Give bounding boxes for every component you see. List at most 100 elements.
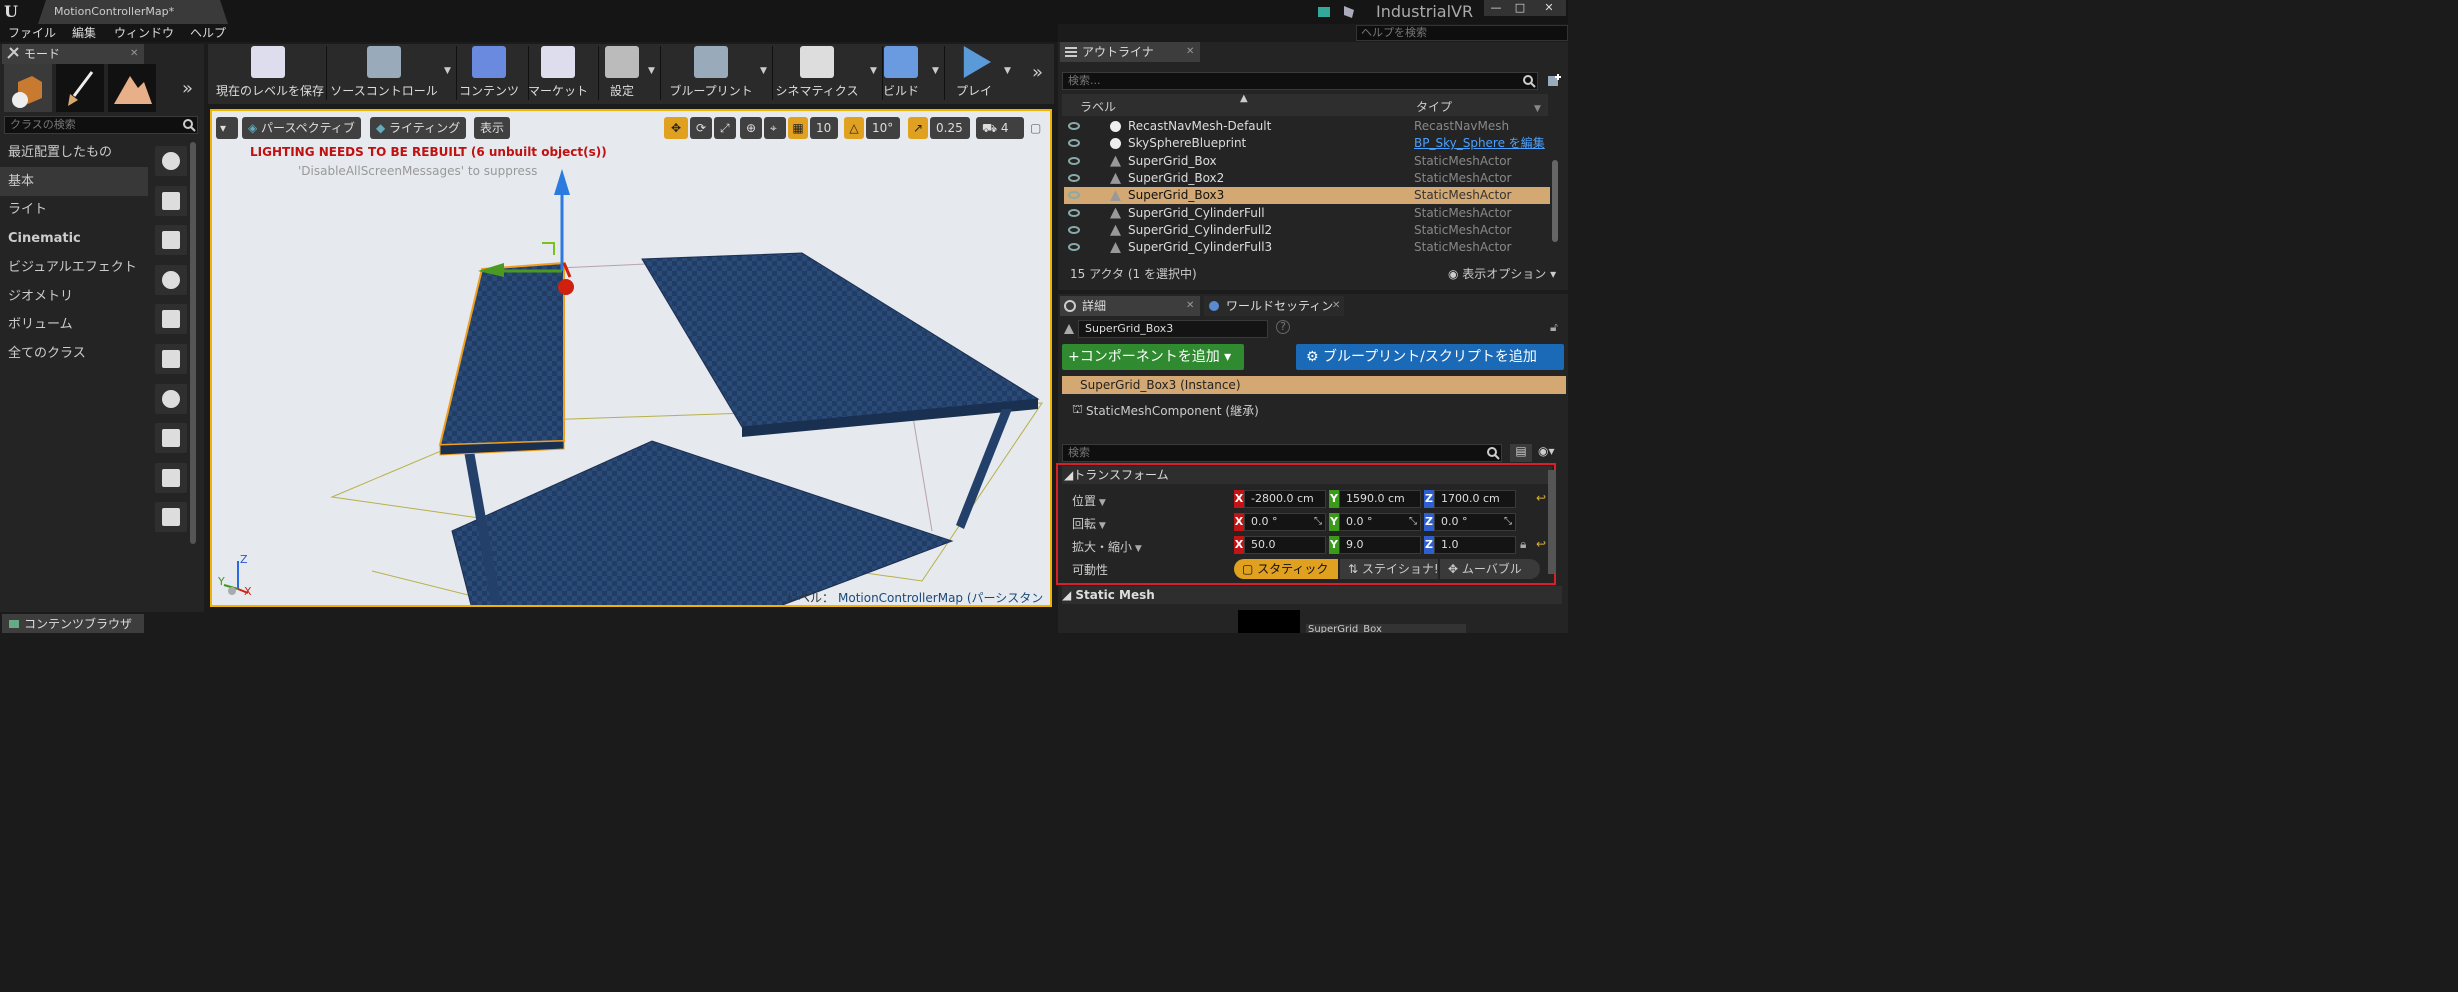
category-item[interactable]: ライト [0,195,148,224]
outliner-tab[interactable]: アウトライナ ✕ [1060,42,1200,62]
component-row[interactable]: ⛫ StaticMeshComponent (継承) [1072,402,1259,419]
plane-icon[interactable] [155,502,187,533]
category-item[interactable]: ジオメトリ [0,282,148,311]
camera-speed-button[interactable]: ⛟ 4 [976,117,1024,139]
close-icon[interactable]: ✕ [1186,42,1194,62]
menu-edit[interactable]: 編集 [72,24,96,42]
category-item[interactable]: Cinematic [0,224,148,253]
visibility-eye-icon[interactable]: ◉▾ [1538,444,1555,458]
mobility-static-button[interactable]: ▢ スタティック [1234,559,1338,579]
mode-paint-button[interactable] [56,64,104,112]
spin-drag-icon[interactable]: ⤡ [1314,516,1322,527]
column-type[interactable]: タイプ [1416,98,1452,115]
visibility-eye-icon[interactable] [1068,208,1080,217]
add-blueprint-button[interactable]: ⚙ ブループリント/スクリプトを追加 [1296,344,1564,370]
cone-icon[interactable] [155,462,187,493]
toolbar-overflow-icon[interactable]: » [1032,62,1043,83]
document-tab[interactable]: MotionControllerMap* [38,0,228,24]
toolbar-blueprint-button[interactable]: ブループリント [664,46,758,102]
point-light-icon[interactable] [155,264,187,295]
perspective-button[interactable]: ◈ パースペクティブ [242,117,361,139]
modes-scrollbar[interactable] [190,142,196,544]
location-label[interactable]: 位置 ▼ [1072,492,1106,509]
maximize-viewport-icon[interactable]: ▢ [1030,121,1041,135]
outliner-row[interactable]: SuperGrid_CylinderFull3 StaticMeshActor [1064,239,1550,256]
visibility-eye-icon[interactable] [1068,122,1080,130]
menu-file[interactable]: ファイル [8,24,56,42]
edit-blueprint-link[interactable]: BP_Sky_Sphere を編集 [1414,135,1545,152]
scale-z-input[interactable]: 1.0 [1434,536,1516,554]
close-icon[interactable]: ✕ [1186,296,1194,316]
location-z-input[interactable]: 1700.0 cm [1434,490,1516,508]
rotation-snap-value[interactable]: 10° [866,117,900,139]
view-options-button[interactable]: ◉ 表示オプション ▾ [1448,265,1556,282]
add-component-button[interactable]: +コンポーネントを追加 ▾ [1062,344,1244,370]
grid-snap-icon[interactable]: ▦ [788,117,808,139]
outliner-search-input[interactable]: 検索... [1062,72,1538,90]
outliner-row[interactable]: SuperGrid_CylinderFull2 StaticMeshActor [1064,222,1550,239]
static-mesh-header[interactable]: ◢ Static Mesh [1062,586,1562,604]
sphere-icon[interactable] [155,383,187,414]
mannequin-icon[interactable] [155,185,187,216]
lighting-button[interactable]: ◆ ライティング [370,117,467,139]
mobility-movable-button[interactable]: ✥ ムーバブル [1440,559,1540,579]
mode-place-button[interactable] [4,64,52,112]
scale-mode-icon[interactable]: ⤢ [714,117,736,139]
visibility-eye-icon[interactable] [1068,243,1080,252]
category-item[interactable]: ボリューム [0,310,148,339]
show-button[interactable]: 表示 [474,117,511,139]
spin-drag-icon[interactable]: ⤡ [1504,516,1512,527]
category-item[interactable]: 全てのクラス [0,339,148,368]
location-x-input[interactable]: -2800.0 cm [1244,490,1326,508]
level-viewport[interactable]: ▾ ◈ パースペクティブ ◆ ライティング 表示 ✥ ⟳ ⤢ ⊕ ⌖ ▦ 10 … [210,109,1052,607]
reset-to-default-icon[interactable]: ↩ [1536,491,1546,505]
visibility-eye-icon[interactable] [1068,173,1080,182]
expand-modes-icon[interactable]: » [182,78,193,99]
close-icon[interactable]: ✕ [1332,296,1340,316]
cylinder-icon[interactable] [155,423,187,454]
toolbar-settings-button[interactable]: 設定 [598,46,646,102]
scale-x-input[interactable]: 50.0 [1244,536,1326,554]
toolbar-content-button[interactable]: コンテンツ [456,46,522,102]
toolbar-marketplace-button[interactable]: マーケット [524,46,592,102]
world-local-icon[interactable]: ⊕ [740,117,762,139]
reset-to-default-icon[interactable]: ↩ [1536,537,1546,551]
category-item[interactable]: ビジュアルエフェクト [0,253,148,282]
toolbar-build-button[interactable]: ビルド [872,46,930,102]
visibility-eye-icon[interactable] [1068,191,1080,200]
class-search-input[interactable]: クラスの検索 [4,116,198,134]
modes-tab[interactable]: モード ✕ [2,44,144,64]
spin-drag-icon[interactable]: ⤡ [1409,516,1417,527]
visibility-eye-icon[interactable] [1068,225,1080,234]
viewport-options-button[interactable]: ▾ [216,117,238,139]
property-matrix-icon[interactable]: ▤ [1510,444,1532,462]
cube-icon[interactable] [155,344,187,374]
dropdown-arrow-icon[interactable]: ▼ [648,66,655,76]
category-item[interactable]: 最近配置したもの [0,138,148,167]
details-tab[interactable]: 詳細 ✕ [1060,296,1200,316]
menu-help[interactable]: ヘルプ [190,24,226,42]
player-start-icon[interactable] [155,304,187,335]
dropdown-arrow-icon[interactable]: ▼ [1004,66,1011,76]
visibility-eye-icon[interactable] [1068,139,1080,148]
lock-scale-icon[interactable]: 🔒︎ [1520,537,1526,552]
scale-snap-value[interactable]: 0.25 [930,117,970,139]
scale-snap-icon[interactable]: ↗ [908,117,928,139]
add-actor-icon[interactable] [1546,72,1562,88]
minimize-button[interactable]: — [1484,0,1508,16]
mobility-stationary-button[interactable]: ⇅ ステイショナ! [1340,559,1438,579]
outliner-row[interactable]: SuperGrid_Box2 StaticMeshActor [1064,170,1550,187]
lock-icon[interactable]: 🔓︎ [1550,320,1558,335]
notification-icon[interactable] [1316,3,1360,21]
outliner-row[interactable]: SuperGrid_CylinderFull StaticMeshActor [1064,205,1550,222]
toolbar-play-button[interactable]: プレイ [946,46,1002,102]
world-settings-tab[interactable]: ワールドセッティン ✕ [1204,296,1344,316]
toolbar-save-button[interactable]: 現在のレベルを保存 [216,46,324,102]
rotation-label[interactable]: 回転 ▼ [1072,515,1106,532]
maximize-button[interactable]: □ [1508,0,1532,16]
dropdown-arrow-icon[interactable]: ▼ [932,66,939,76]
pawn-icon[interactable] [155,225,187,256]
scale-label[interactable]: 拡大・縮小 ▼ [1072,538,1142,555]
scale-y-input[interactable]: 9.0 [1339,536,1421,554]
outliner-scrollbar[interactable] [1552,160,1558,242]
